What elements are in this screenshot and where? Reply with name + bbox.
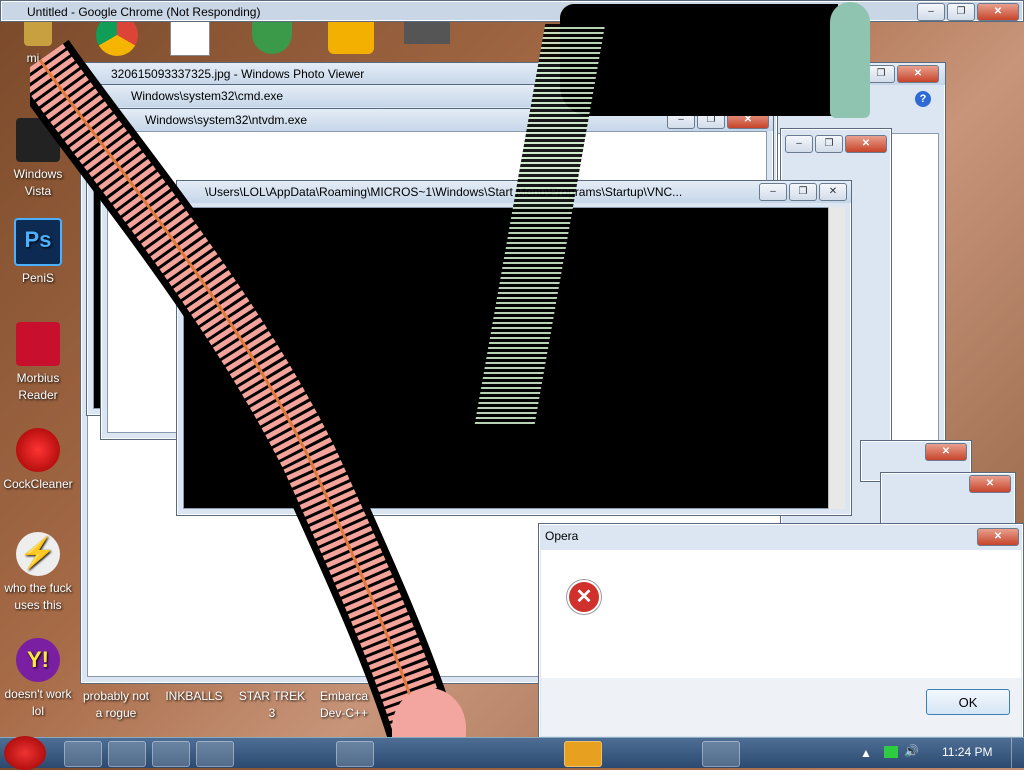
taskbar-notepad[interactable] [336,741,374,767]
minimize-button[interactable]: – [785,135,813,153]
opera-dialog[interactable]: Opera ✕ ✕ OK [538,523,1024,739]
taskbar-explorer[interactable] [64,741,102,767]
close-button[interactable]: ✕ [819,183,847,201]
chrome-window[interactable]: Untitled - Google Chrome (Not Responding… [0,0,1024,22]
close-button[interactable]: ✕ [977,528,1019,546]
minimize-button[interactable]: – [759,183,787,201]
maximize-button[interactable]: ❐ [947,3,975,21]
taskbar-window[interactable] [702,741,740,767]
ok-button[interactable]: OK [926,689,1010,715]
black-glitch-shape [560,4,838,116]
squidward-sprite [830,2,870,118]
close-button[interactable]: ✕ [897,65,939,83]
close-button[interactable]: ✕ [977,3,1019,21]
start-button[interactable] [4,736,46,770]
taskbar-clock[interactable]: 11:24 PM [942,745,992,759]
taskbar-7zip[interactable] [152,741,190,767]
network-icon[interactable] [884,746,898,758]
maximize-button[interactable]: ❐ [789,183,817,201]
taskbar: ▲ 🔊 11:24 PM [0,736,1024,770]
opera-dialog-body [541,550,1021,678]
taskbar-chrome[interactable] [108,741,146,767]
taskbar-photo-viewer[interactable] [196,741,234,767]
maximize-button[interactable]: ❐ [867,65,895,83]
show-desktop-button[interactable] [1011,738,1024,768]
help-icon[interactable]: ? [915,91,931,107]
minimize-button[interactable]: – [917,3,945,21]
close-button[interactable]: ✕ [925,443,967,461]
maximize-button[interactable]: ❐ [815,135,843,153]
vertical-scrollbar[interactable] [828,207,845,509]
patrick-trail [11,39,464,769]
tray-up-arrow-icon[interactable]: ▲ [860,746,872,760]
volume-icon[interactable]: 🔊 [904,744,919,758]
opera-dialog-title: Opera [545,529,579,543]
error-icon: ✕ [567,580,601,614]
close-button[interactable]: ✕ [969,475,1011,493]
taskbar-cmd[interactable] [564,741,602,767]
close-button[interactable]: ✕ [845,135,887,153]
